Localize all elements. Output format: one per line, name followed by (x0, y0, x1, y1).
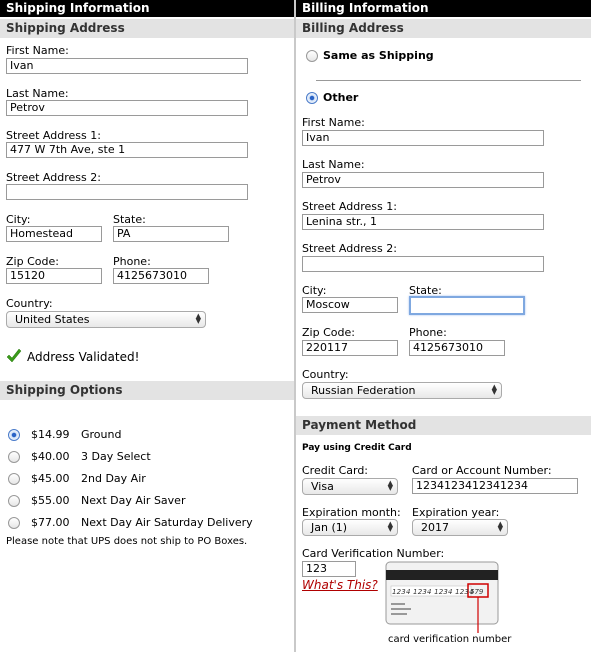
bill-phone-field[interactable]: 4125673010 (409, 340, 505, 356)
shipping-option-price: $40.00 (31, 450, 70, 463)
card-image-cvv: 579 (470, 588, 484, 596)
credit-card-value: Visa (311, 480, 334, 493)
shipping-option-name: Next Day Air Saver (81, 494, 186, 507)
shipping-option-price: $45.00 (31, 472, 70, 485)
bill-state-field[interactable] (409, 296, 525, 315)
cvv-label: Card Verification Number: (302, 547, 445, 560)
shipping-option-price: $55.00 (31, 494, 70, 507)
bill-zip-label: Zip Code: (302, 326, 355, 339)
ship-phone-field[interactable]: 4125673010 (113, 268, 209, 284)
bill-street2-label: Street Address 2: (302, 242, 397, 255)
ship-street2-label: Street Address 2: (6, 171, 101, 184)
card-image-digits: 1234 1234 1234 1234 (392, 588, 474, 596)
shipping-option-name: Ground (81, 428, 122, 441)
shipping-address-section: Shipping Address (0, 19, 294, 38)
ship-first-name-label: First Name: (6, 44, 69, 57)
pay-using-text: Pay using Credit Card (302, 443, 412, 453)
bill-phone-label: Phone: (409, 326, 447, 339)
card-verification-caption: card verification number (388, 634, 512, 645)
chevron-updown-icon: ▲ ▼ (491, 383, 497, 396)
shipping-option-radio[interactable] (8, 495, 20, 507)
credit-card-select[interactable]: Visa ▲ ▼ (302, 478, 398, 495)
shipping-option-radio[interactable] (8, 429, 20, 441)
other-address-label[interactable]: Other (323, 91, 358, 104)
po-box-note: Please note that UPS does not ship to PO… (6, 536, 248, 547)
payment-method-section: Payment Method (296, 416, 591, 435)
ship-state-field[interactable]: PA (113, 226, 229, 242)
shipping-column: Shipping Information Shipping Address Fi… (0, 0, 294, 652)
checkmark-icon (6, 348, 22, 364)
ship-country-select[interactable]: United States ▲ ▼ (6, 311, 206, 328)
ship-zip-field[interactable]: 15120 (6, 268, 102, 284)
shipping-option-radio[interactable] (8, 473, 20, 485)
shipping-options-section: Shipping Options (0, 381, 294, 400)
bill-country-select[interactable]: Russian Federation ▲ ▼ (302, 382, 502, 399)
ship-zip-label: Zip Code: (6, 255, 59, 268)
ship-country-label: Country: (6, 297, 53, 310)
ship-city-label: City: (6, 213, 31, 226)
bill-city-label: City: (302, 284, 327, 297)
bill-city-field[interactable]: Moscow (302, 297, 398, 313)
shipping-option-radio[interactable] (8, 517, 20, 529)
ship-last-name-field[interactable]: Petrov (6, 100, 248, 116)
ship-state-label: State: (113, 213, 146, 226)
shipping-header: Shipping Information (0, 0, 294, 17)
billing-divider (316, 80, 581, 81)
whats-this-link[interactable]: What's This? (302, 578, 378, 592)
chevron-updown-icon: ▲ ▼ (387, 520, 393, 533)
ship-street2-field[interactable] (6, 184, 248, 200)
address-validated-text: Address Validated! (27, 350, 140, 364)
ship-phone-label: Phone: (113, 255, 151, 268)
bill-last-name-label: Last Name: (302, 158, 365, 171)
bill-country-value: Russian Federation (311, 384, 416, 397)
bill-street1-field[interactable]: Lenina str., 1 (302, 214, 544, 230)
shipping-option-price: $77.00 (31, 516, 70, 529)
chevron-updown-icon: ▲ ▼ (387, 479, 393, 492)
ship-first-name-field[interactable]: Ivan (6, 58, 248, 74)
exp-year-select[interactable]: 2017 ▲ ▼ (412, 519, 508, 536)
other-address-radio[interactable] (306, 92, 318, 104)
bill-first-name-label: First Name: (302, 116, 365, 129)
exp-year-label: Expiration year: (412, 506, 500, 519)
exp-month-value: Jan (1) (311, 521, 348, 534)
shipping-option-name: 3 Day Select (81, 450, 151, 463)
ship-country-value: United States (15, 313, 90, 326)
chevron-updown-icon: ▲ ▼ (497, 520, 503, 533)
card-number-label: Card or Account Number: (412, 464, 552, 477)
bill-street1-label: Street Address 1: (302, 200, 397, 213)
exp-year-value: 2017 (421, 521, 449, 534)
shipping-option-radio[interactable] (8, 451, 20, 463)
cvv-field[interactable]: 123 (302, 561, 356, 577)
chevron-updown-icon: ▲ ▼ (195, 312, 201, 325)
billing-column: Billing Information Billing Address Same… (296, 0, 591, 652)
ship-last-name-label: Last Name: (6, 87, 69, 100)
credit-card-label: Credit Card: (302, 464, 369, 477)
bill-last-name-field[interactable]: Petrov (302, 172, 544, 188)
billing-address-section: Billing Address (296, 19, 591, 38)
bill-country-label: Country: (302, 368, 349, 381)
card-number-field[interactable]: 1234123412341234 (412, 478, 578, 494)
same-as-shipping-label[interactable]: Same as Shipping (323, 49, 434, 62)
ship-street1-label: Street Address 1: (6, 129, 101, 142)
exp-month-label: Expiration month: (302, 506, 401, 519)
shipping-option-name: 2nd Day Air (81, 472, 146, 485)
same-as-shipping-radio[interactable] (306, 50, 318, 62)
shipping-option-price: $14.99 (31, 428, 70, 441)
ship-street1-field[interactable]: 477 W 7th Ave, ste 1 (6, 142, 248, 158)
ship-city-field[interactable]: Homestead (6, 226, 102, 242)
bill-zip-field[interactable]: 220117 (302, 340, 398, 356)
bill-first-name-field[interactable]: Ivan (302, 130, 544, 146)
exp-month-select[interactable]: Jan (1) ▲ ▼ (302, 519, 398, 536)
bill-street2-field[interactable] (302, 256, 544, 272)
billing-header: Billing Information (296, 0, 591, 17)
shipping-option-name: Next Day Air Saturday Delivery (81, 516, 253, 529)
